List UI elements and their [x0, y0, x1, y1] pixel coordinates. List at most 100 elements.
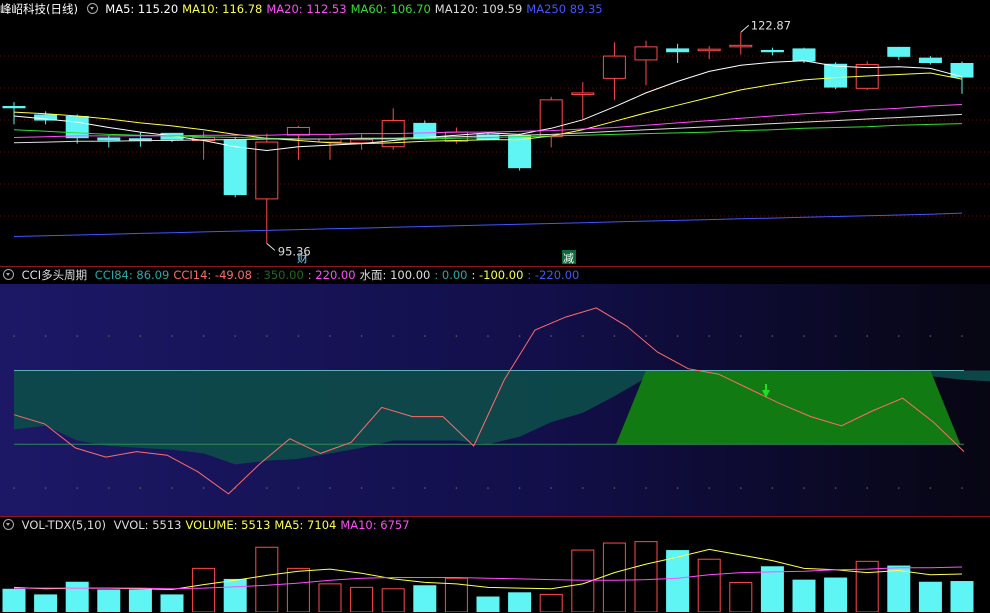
volume-bar — [760, 566, 784, 612]
grid-dot — [550, 335, 552, 337]
grid-dot — [171, 335, 173, 337]
grid-dot — [139, 487, 142, 489]
grid-dot — [676, 335, 679, 337]
grid-dot — [13, 335, 15, 337]
candle-body — [729, 44, 753, 48]
ma-legend-item: MA60: 106.70 — [350, 2, 431, 16]
candle-body — [950, 62, 974, 78]
candle-body — [760, 49, 784, 53]
candle-body — [634, 46, 658, 61]
price-chart[interactable]: 122.8795.36财减 — [0, 16, 990, 266]
grid-dot — [708, 487, 710, 489]
ma-legend: MA5: 115.20 MA10: 116.78 MA20: 112.53 MA60:… — [105, 2, 606, 16]
volume-bar — [350, 586, 374, 612]
volume-bar — [508, 592, 532, 612]
grid-dot — [234, 335, 236, 337]
low-pointer — [266, 243, 276, 251]
candle-body — [887, 46, 911, 57]
grid-dot — [297, 335, 300, 337]
grid-dot — [171, 487, 173, 489]
candle-body — [918, 57, 942, 63]
volume-bar — [65, 581, 89, 612]
candle-body — [697, 48, 721, 52]
vol-legend-item: MA5: 7104 — [274, 518, 337, 532]
volume-chart[interactable] — [0, 534, 990, 612]
cci-legend-item: 水面: 100.00 — [359, 268, 431, 282]
candle-body — [824, 63, 848, 88]
volume-bar — [539, 593, 563, 612]
volume-bar — [602, 542, 626, 612]
volume-bar — [381, 588, 405, 612]
grid-dot — [424, 487, 426, 489]
vol-header: VOL-TDX(5,10) VVOL: 5513 VOLUME: 5513 MA5:… — [0, 517, 418, 533]
cci-chart[interactable] — [0, 284, 990, 516]
grid-dot — [645, 487, 647, 489]
vol-legend-item: VOLUME: 5513 — [185, 518, 271, 532]
volume-bar — [634, 541, 658, 612]
candle-body — [571, 92, 595, 95]
cci-header: CCI多头周期 CCI84: 86.09 CCI14: -49.08: 350.0… — [0, 267, 587, 283]
grid-dot — [329, 487, 331, 489]
grid-dot — [518, 487, 521, 489]
volume-bar — [950, 581, 974, 612]
ma-legend-item: MA10: 116.78 — [182, 2, 263, 16]
vol-legend: VVOL: 5513 VOLUME: 5513 MA5: 7104 MA10: 675… — [114, 518, 414, 532]
grid-dot — [961, 335, 963, 337]
vol-legend-item: MA10: 6757 — [340, 518, 410, 532]
grid-dot — [139, 335, 142, 337]
grid-dot — [455, 335, 458, 337]
grid-dot — [898, 335, 900, 337]
grid-dot — [266, 487, 268, 489]
grid-dot — [834, 487, 837, 489]
grid-dot — [108, 335, 110, 337]
cci-legend-item: CCI84: 86.09 — [94, 268, 170, 282]
vol-title: VOL-TDX(5,10) — [21, 518, 107, 532]
grid-dot — [44, 487, 47, 489]
volume-bar — [255, 546, 279, 612]
grid-dot — [13, 487, 15, 489]
grid-dot — [740, 487, 742, 489]
indicator-menu-icon[interactable] — [3, 269, 14, 280]
grid-dot — [866, 335, 868, 337]
grid-dot — [392, 335, 395, 337]
grid-dot — [360, 335, 363, 337]
grid-dot — [76, 487, 78, 489]
ma-legend-item: MA20: 112.53 — [266, 2, 347, 16]
indicator-menu-icon[interactable] — [3, 519, 14, 530]
grid-dot — [929, 487, 932, 489]
cci-legend-item: : 350.00 — [256, 268, 304, 282]
grid-dot — [676, 487, 679, 489]
grid-dot — [76, 335, 78, 337]
volume-bar — [192, 567, 216, 612]
cci-legend-item: : -100.00 — [471, 268, 524, 282]
event-marker-cai: 财 — [297, 251, 308, 265]
grid-dot — [771, 487, 774, 489]
grid-dot — [44, 335, 47, 337]
indicator-menu-icon[interactable] — [86, 3, 98, 14]
grid-dot — [550, 487, 552, 489]
grid-dot — [803, 335, 805, 337]
grid-dot — [455, 487, 458, 489]
grid-dot — [898, 487, 900, 489]
cci-legend-item: CCI14: -49.08 — [173, 268, 252, 282]
grid-dot — [487, 487, 489, 489]
cci-legend-item: : 220.00 — [307, 268, 356, 282]
candle-body — [65, 115, 89, 139]
high-price-label: 122.87 — [751, 18, 791, 32]
volume-bar — [729, 581, 753, 612]
volume-bar — [792, 579, 816, 612]
volume-bar — [160, 594, 184, 612]
event-marker-jian: 减 — [563, 252, 574, 265]
volume-bar — [318, 583, 342, 612]
candle-body — [792, 48, 816, 62]
volume-bar — [918, 581, 942, 612]
ma-line-ma250 — [13, 212, 963, 237]
grid-dot — [613, 335, 616, 337]
grid-dot — [582, 487, 584, 489]
volume-bar — [128, 589, 152, 612]
grid-dot — [708, 335, 710, 337]
high-pointer — [740, 24, 750, 33]
grid-dot — [424, 335, 426, 337]
grid-dot — [929, 335, 932, 337]
vol-ma10-line — [14, 566, 963, 590]
